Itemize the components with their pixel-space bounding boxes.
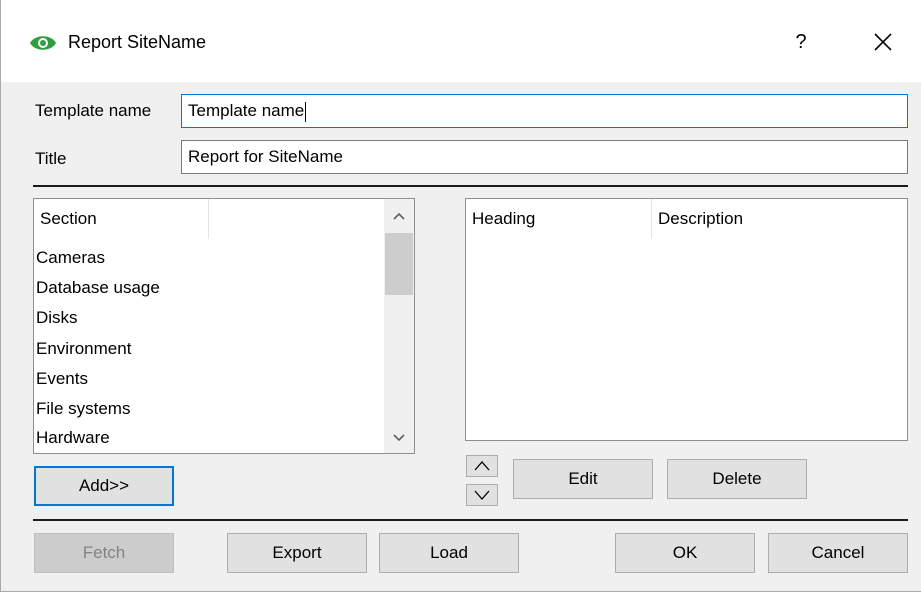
bottom-separator (33, 519, 908, 521)
scroll-thumb[interactable] (385, 233, 413, 295)
report-headings-list[interactable]: Heading Description (465, 198, 908, 441)
report-dialog: Report SiteName ? Template name Template… (0, 0, 921, 592)
scroll-up-arrow-icon[interactable] (388, 205, 410, 227)
text-caret (305, 101, 307, 122)
delete-button[interactable]: Delete (667, 459, 807, 499)
title-input[interactable]: Report for SiteName (181, 140, 908, 174)
column-divider (208, 199, 209, 239)
edit-button[interactable]: Edit (513, 459, 653, 499)
sections-list[interactable]: Section Cameras Database usage Disks Env… (33, 198, 415, 454)
move-down-button[interactable] (466, 484, 498, 506)
top-separator (33, 185, 908, 187)
title-label: Title (35, 149, 67, 168)
chevron-down-icon (474, 490, 490, 500)
cancel-button[interactable]: Cancel (768, 533, 908, 573)
template-name-label: Template name (35, 101, 152, 120)
add-button[interactable]: Add>> (34, 466, 174, 506)
fetch-button[interactable]: Fetch (34, 533, 174, 573)
close-icon[interactable] (863, 22, 903, 62)
heading-column-header[interactable]: Heading (466, 199, 651, 239)
chevron-up-icon (474, 461, 490, 471)
template-name-input[interactable]: Template name (181, 94, 908, 128)
list-item[interactable]: Hardware (36, 423, 110, 453)
list-item[interactable]: Events (36, 364, 88, 394)
list-item[interactable]: File systems (36, 394, 130, 424)
list-item[interactable]: Database usage (36, 273, 160, 303)
template-name-value: Template name (188, 101, 305, 120)
move-up-button[interactable] (466, 455, 498, 477)
list-item[interactable]: Environment (36, 334, 131, 364)
title-value: Report for SiteName (188, 147, 343, 166)
title-bar: Report SiteName ? (1, 0, 921, 82)
export-button[interactable]: Export (227, 533, 367, 573)
report-list-header: Heading Description (466, 199, 907, 239)
list-item[interactable]: Cameras (36, 243, 105, 273)
scroll-down-arrow-icon[interactable] (388, 427, 410, 449)
list-item[interactable]: Disks (36, 303, 78, 333)
section-column-header[interactable]: Section (34, 199, 208, 239)
help-icon[interactable]: ? (781, 22, 821, 62)
eye-icon (30, 36, 56, 50)
window-title: Report SiteName (68, 32, 207, 52)
sections-scrollbar[interactable] (384, 199, 414, 453)
description-column-header[interactable]: Description (652, 199, 907, 239)
sections-list-header: Section (34, 199, 384, 239)
load-button[interactable]: Load (379, 533, 519, 573)
ok-button[interactable]: OK (615, 533, 755, 573)
